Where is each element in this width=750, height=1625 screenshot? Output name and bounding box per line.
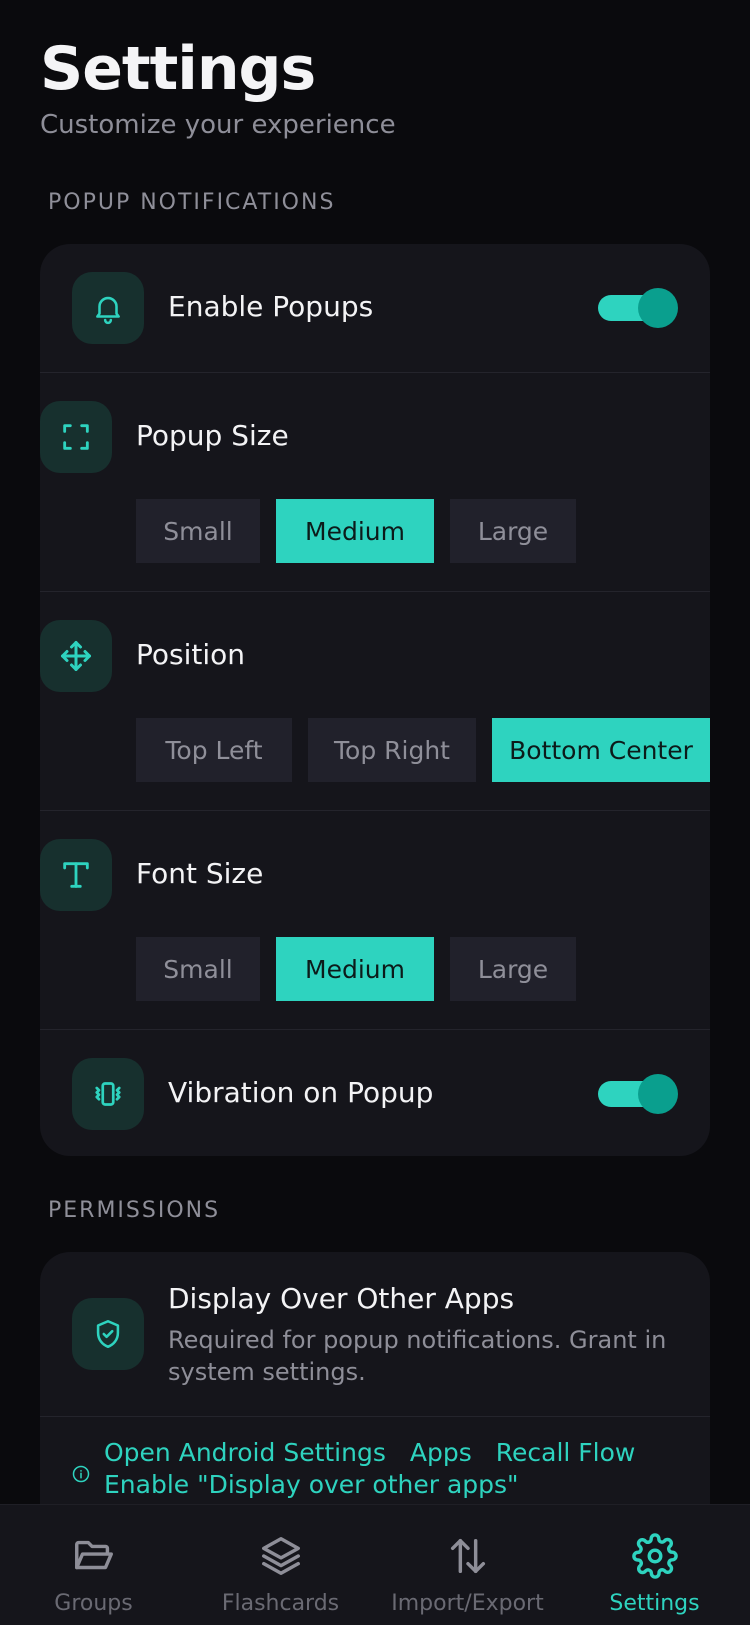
popup-size-label: Popup Size [136,419,289,452]
position-option-top-right[interactable]: Top Right [308,718,476,782]
bottom-navigation: Groups Flashcards Import/Export Settings [0,1504,750,1625]
instruction-step-apps: Apps [409,1438,472,1467]
instruction-step-enable: Enable "Display over other apps" [104,1470,519,1499]
position-row: Position Top Left Top Right Bottom Cente… [40,592,710,811]
page-header: Settings Customize your experience [40,34,396,140]
vibration-label: Vibration on Popup [168,1076,434,1109]
gear-icon [631,1533,678,1583]
overlay-permission-row[interactable]: Display Over Other Apps Required for pop… [40,1252,710,1417]
nav-label-import-export: Import/Export [391,1591,544,1616]
popup-size-row: Popup Size Small Medium Large [40,373,710,592]
overlay-permission-title: Display Over Other Apps [168,1282,515,1315]
shield-check-icon [72,1298,144,1370]
overlay-permission-description: Required for popup notifications. Grant … [168,1326,667,1386]
toggle-knob [638,288,678,328]
page-title: Settings [40,34,316,104]
bell-icon [72,272,144,344]
folder-open-icon [71,1533,117,1583]
font-size-option-medium[interactable]: Medium [276,937,434,1001]
nav-item-flashcards[interactable]: Flashcards [187,1505,374,1625]
nav-item-import-export[interactable]: Import/Export [374,1505,561,1625]
section-label-permissions: PERMISSIONS [48,1198,221,1223]
move-icon [40,620,112,692]
vibration-row: Vibration on Popup [40,1030,710,1156]
enable-popups-toggle[interactable] [598,286,678,330]
page-subtitle: Customize your experience [40,110,396,140]
nav-label-groups: Groups [54,1591,133,1616]
instructions-text: Open Android Settings Apps Recall Flow Ena… [104,1437,635,1501]
type-icon [40,839,112,911]
nav-label-settings: Settings [609,1591,700,1616]
position-label: Position [136,638,246,671]
section-label-popup-notifications: POPUP NOTIFICATIONS [48,190,336,215]
font-size-option-small[interactable]: Small [136,937,260,1001]
font-size-row: Font Size Small Medium Large [40,811,710,1030]
enable-popups-label: Enable Popups [168,290,374,323]
instruction-step-open-settings: Open Android Settings [104,1438,386,1467]
position-option-top-left[interactable]: Top Left [136,718,292,782]
font-size-option-large[interactable]: Large [450,937,576,1001]
popup-size-option-medium[interactable]: Medium [276,499,434,563]
toggle-knob [638,1074,678,1114]
popup-size-option-large[interactable]: Large [450,499,576,563]
vibrate-icon [72,1058,144,1130]
font-size-label: Font Size [136,857,264,890]
nav-label-flashcards: Flashcards [221,1591,340,1616]
layers-icon [258,1533,304,1583]
info-icon [72,1465,90,1487]
position-option-bottom-center[interactable]: Bottom Center [492,718,710,782]
instruction-step-app-name: Recall Flow [495,1438,636,1467]
popup-settings-card: Enable Popups Popup Size Small Medium La… [40,244,710,1156]
nav-item-groups[interactable]: Groups [0,1505,187,1625]
vibration-toggle[interactable] [598,1072,678,1116]
expand-icon [40,401,112,473]
enable-popups-row: Enable Popups [40,244,710,373]
arrows-up-down-icon [445,1533,491,1583]
nav-item-settings[interactable]: Settings [561,1505,748,1625]
popup-size-option-small[interactable]: Small [136,499,260,563]
